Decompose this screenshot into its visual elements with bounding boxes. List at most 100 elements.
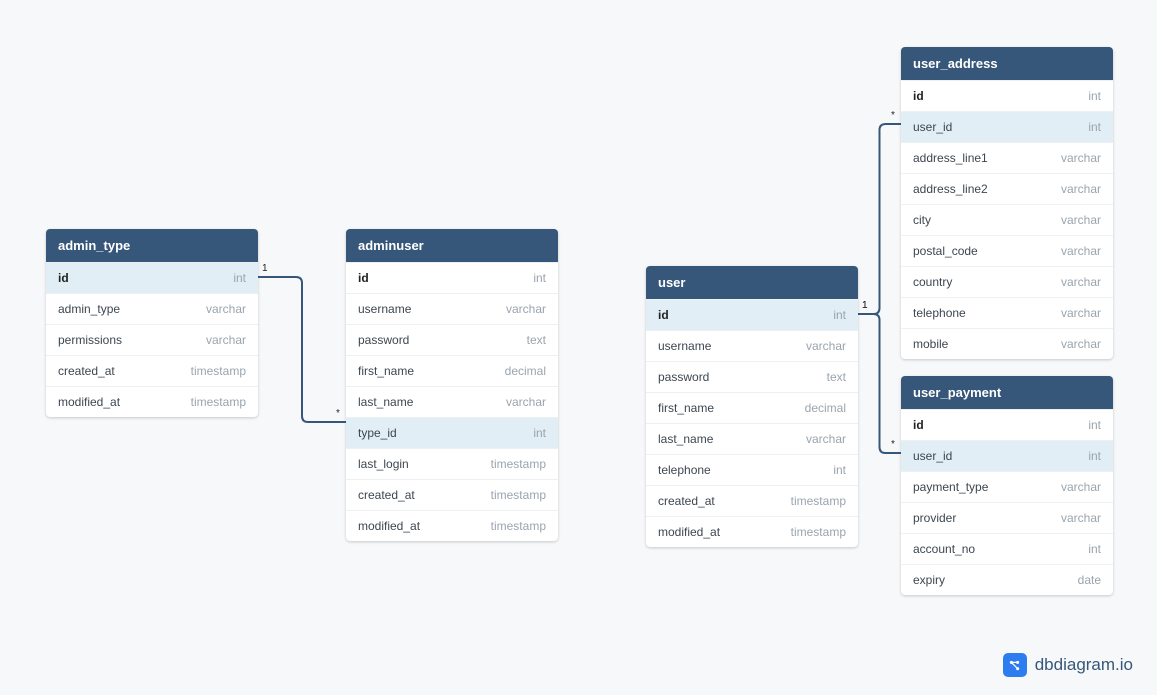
table-column-row[interactable]: address_line1 varchar [901,142,1113,173]
column-name: payment_type [913,480,988,494]
column-name: telephone [913,306,966,320]
column-type: text [527,333,546,347]
table-column-row[interactable]: idint [901,80,1113,111]
cardinality-label: * [336,408,340,419]
column-type: date [1078,573,1101,587]
column-name: admin_type [58,302,120,316]
column-type: int [1088,449,1101,463]
table-column-row[interactable]: created_attimestamp [46,355,258,386]
table-column-row[interactable]: id int [646,299,858,330]
column-type: timestamp [491,488,546,502]
table-admin_type[interactable]: admin_typeidintadmin_typevarcharpermissi… [46,229,258,417]
column-name: password [358,333,409,347]
table-column-row[interactable]: id int [901,409,1113,440]
table-column-row[interactable]: last_namevarchar [646,423,858,454]
table-column-row[interactable]: account_no int [901,533,1113,564]
column-type: varchar [1061,511,1101,525]
table-column-row[interactable]: expiry date [901,564,1113,595]
column-name: address_line1 [913,151,988,165]
column-type: varchar [1061,182,1101,196]
table-column-row[interactable]: user_idint [901,111,1113,142]
column-type: decimal [505,364,546,378]
table-column-row[interactable]: address_line2 varchar [901,173,1113,204]
column-name: modified_at [58,395,120,409]
column-name: username [358,302,411,316]
relationship-line [856,122,903,316]
table-user_address[interactable]: user_addressidintuser_idintaddress_line1… [901,47,1113,359]
column-name: created_at [658,494,715,508]
column-type: int [1088,542,1101,556]
table-header[interactable]: admin_type [46,229,258,262]
column-type: varchar [1061,151,1101,165]
table-column-row[interactable]: first_namedecimal [646,392,858,423]
cardinality-label: * [891,110,895,121]
column-type: int [1088,120,1101,134]
table-column-row[interactable]: first_namedecimal [346,355,558,386]
column-name: expiry [913,573,945,587]
table-column-row[interactable]: telephone varchar [901,297,1113,328]
table-column-row[interactable]: modified_attimestamp [646,516,858,547]
table-column-row[interactable]: modified_attimestamp [346,510,558,541]
column-name: address_line2 [913,182,988,196]
table-column-row[interactable]: password text [346,324,558,355]
table-column-row[interactable]: username varchar [646,330,858,361]
column-name: account_no [913,542,975,556]
column-type: timestamp [191,364,246,378]
column-type: varchar [806,339,846,353]
column-name: username [658,339,711,353]
table-header[interactable]: user [646,266,858,299]
watermark-text: dbdiagram.io [1035,655,1133,675]
table-column-row[interactable]: mobilevarchar [901,328,1113,359]
table-column-row[interactable]: telephoneint [646,454,858,485]
column-type: varchar [1061,306,1101,320]
column-type: varchar [1061,213,1101,227]
column-type: int [833,463,846,477]
column-type: int [833,308,846,322]
table-column-row[interactable]: countryvarchar [901,266,1113,297]
table-header[interactable]: user_address [901,47,1113,80]
table-column-row[interactable]: created_attimestamp [646,485,858,516]
table-column-row[interactable]: modified_attimestamp [46,386,258,417]
table-column-row[interactable]: passwordtext [646,361,858,392]
relationship-line [256,275,348,424]
table-user[interactable]: user id int username varchar passwordtextfirs… [646,266,858,547]
table-adminuser[interactable]: adminuseridintusernamevarchar password tex… [346,229,558,541]
column-type: int [233,271,246,285]
column-name: postal_code [913,244,978,258]
table-column-row[interactable]: cityvarchar [901,204,1113,235]
column-type: text [827,370,846,384]
cardinality-label: 1 [862,300,868,311]
column-name: provider [913,511,956,525]
table-column-row[interactable]: payment_type varchar [901,471,1113,502]
cardinality-label: 1 [262,263,268,274]
table-column-row[interactable]: provider varchar [901,502,1113,533]
column-name: last_name [658,432,713,446]
column-type: int [1088,418,1101,432]
table-column-row[interactable]: type_idint [346,417,558,448]
table-column-row[interactable]: postal_code varchar [901,235,1113,266]
column-name: last_login [358,457,409,471]
column-type: varchar [1061,480,1101,494]
table-column-row[interactable]: idint [46,262,258,293]
table-column-row[interactable]: last_login timestamp [346,448,558,479]
column-name: id [913,418,924,432]
table-user_payment[interactable]: user_paymentidintuser_idintpayment_typev… [901,376,1113,595]
watermark: dbdiagram.io [1003,653,1133,677]
table-column-row[interactable]: user_id int [901,440,1113,471]
table-column-row[interactable]: last_namevarchar [346,386,558,417]
table-column-row[interactable]: created_attimestamp [346,479,558,510]
column-type: timestamp [491,457,546,471]
table-header[interactable]: adminuser [346,229,558,262]
table-column-row[interactable]: usernamevarchar [346,293,558,324]
table-header[interactable]: user_payment [901,376,1113,409]
column-name: user_id [913,449,952,463]
table-column-row[interactable]: admin_typevarchar [46,293,258,324]
watermark-icon [1003,653,1027,677]
column-type: varchar [1061,244,1101,258]
diagram-canvas[interactable]: admin_typeidintadmin_typevarcharpermissi… [0,0,1157,695]
table-column-row[interactable]: idint [346,262,558,293]
cardinality-label: * [891,439,895,450]
column-type: varchar [1061,275,1101,289]
column-name: id [658,308,669,322]
table-column-row[interactable]: permissionsvarchar [46,324,258,355]
